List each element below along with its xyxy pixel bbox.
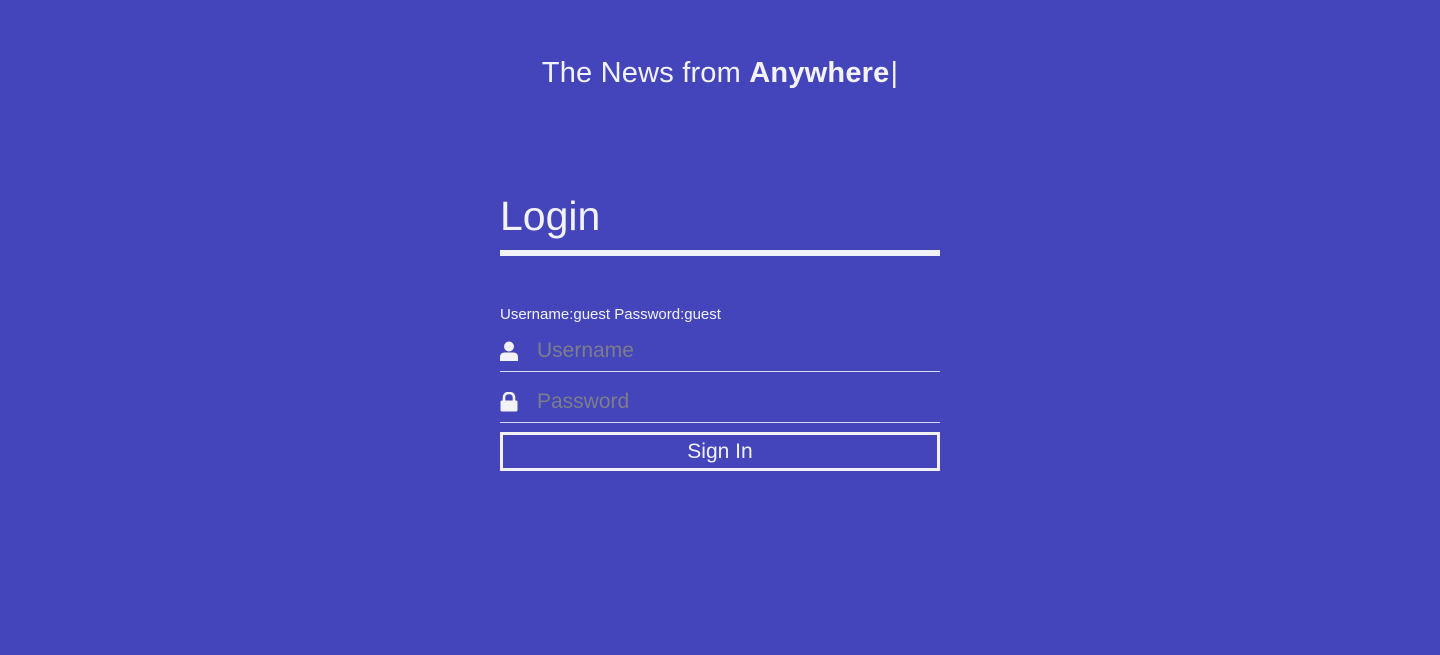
- lock-icon: [500, 392, 518, 412]
- header-emphasis: Anywhere: [749, 57, 890, 89]
- username-input[interactable]: [537, 336, 940, 366]
- login-panel: Login Username:guest Password:guest Sign…: [500, 190, 940, 471]
- username-field: [500, 331, 940, 372]
- title-underline: [500, 250, 940, 256]
- credentials-hint: Username:guest Password:guest: [500, 306, 721, 323]
- user-icon: [500, 341, 518, 361]
- typing-cursor: |: [890, 57, 899, 89]
- site-header: The News from Anywhere|: [0, 57, 1440, 90]
- login-form: Sign In: [500, 331, 940, 471]
- header-text: The News from: [541, 57, 750, 89]
- password-field: [500, 382, 940, 423]
- login-title: Login: [500, 193, 601, 239]
- sign-in-button[interactable]: Sign In: [500, 432, 940, 471]
- password-input[interactable]: [537, 387, 940, 417]
